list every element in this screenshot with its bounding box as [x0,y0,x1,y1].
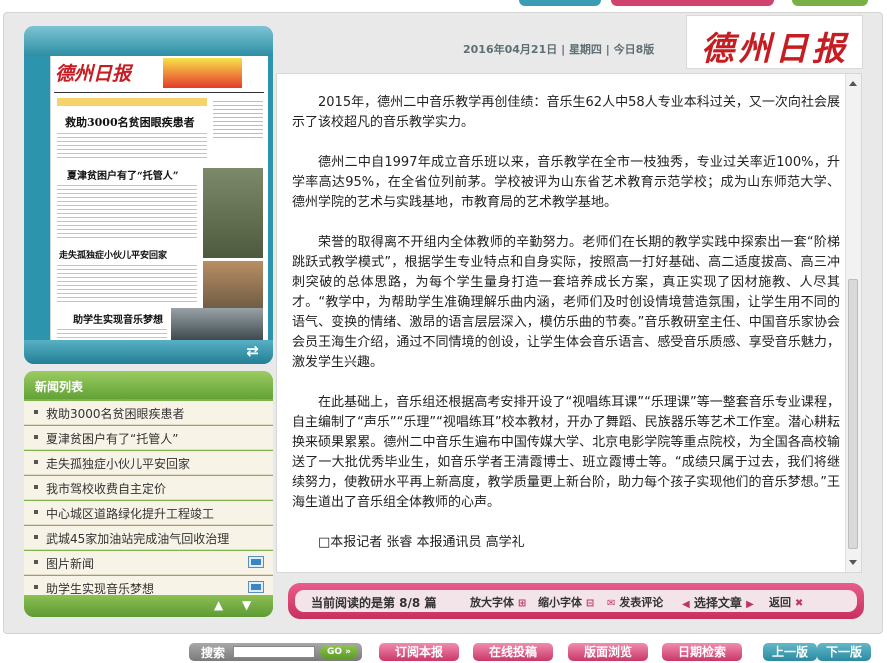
issue-date: 2016年04月21日 [463,43,558,56]
search-go-button[interactable]: GO » [320,645,358,659]
news-item[interactable]: 中心城区道路绿化提升工程竣工 [24,501,273,525]
article-scrollbar[interactable] [845,74,861,572]
issue-date-bar: 2016年04月21日 | 星期四 | 今日8版 [463,43,655,56]
thumb-ad-banner [163,58,242,88]
thumb-headline-4: 助学生实现音乐梦想 [73,315,163,326]
top-nav-button-1[interactable] [519,0,601,6]
article-paragraph: 德州二中自1997年成立音乐班以来，音乐教学在全市一枝独秀，专业过关率近100%… [292,155,840,210]
news-list: 救助3000名贫困眼疾患者 夏津贫困户有了“托管人” 走失孤独症小伙儿平安回家 … [24,401,273,601]
scroll-down-icon[interactable]: ▼ [242,598,251,612]
paper-thumbnail-panel: 德州日报 救助3000名贫困眼疾患者 夏津贫困户有了“托管人” 走失孤独症小伙儿… [24,26,273,364]
paper-panel-footer: ⇄ [24,340,273,364]
news-list-title: 新闻列表 [35,380,84,394]
chevron-left-icon: ◀ [682,599,690,610]
news-item-label: 夏津贫困户有了“托管人” [46,432,179,446]
scroll-up-arrow-icon[interactable] [849,81,857,86]
top-nav-button-2[interactable] [611,0,774,6]
date-search-button[interactable]: 日期检索 [662,643,742,661]
news-item-label: 救助3000名贫困眼疾患者 [46,407,185,421]
subscribe-button[interactable]: 订阅本报 [379,643,459,661]
article-action-bar: 当前阅读的是第 8/8 篇 放大字体 ⊞ 缩小字体 ⊟ ✉ 发表评论 ◀ 选择文… [288,583,864,619]
issue-weekday: 星期四 [568,43,602,56]
brand-logo: 德州日报 [686,15,863,69]
paper-panel-header [24,26,273,56]
article-byline: □本报记者 张睿 本报通讯员 高学礼 [318,535,525,550]
thumb-masthead: 德州日报 [55,63,132,85]
news-item[interactable]: 我市驾校收费自主定价 [24,476,273,500]
thumb-headline-3: 走失孤独症小伙儿平安回家 [59,251,168,261]
picture-icon [248,581,264,593]
news-item[interactable]: 走失孤独症小伙儿平安回家 [24,451,273,475]
page-browse-button[interactable]: 版面浏览 [568,643,648,661]
news-item-label: 中心城区道路绿化提升工程竣工 [46,507,215,521]
comment-button[interactable]: ✉ 发表评论 [607,594,663,610]
zoom-out-button[interactable]: 缩小字体 ⊟ [538,594,594,610]
thumb-headline-1: 救助3000名贫困眼疾患者 [65,116,195,129]
news-item[interactable]: 图片新闻 [24,551,273,575]
news-item[interactable]: 救助3000名贫困眼疾患者 [24,401,273,425]
paper-page-thumbnail[interactable]: 德州日报 救助3000名贫困眼疾患者 夏津贫困户有了“托管人” 走失孤独症小伙儿… [50,56,268,341]
article-paragraph: 荣誉的取得离不开组内全体教师的辛勤努力。老师们在长期的教学实践中探索出一套“阶梯… [292,235,840,370]
news-item[interactable]: 武城45家加油站完成油气回收治理 [24,526,273,550]
prev-page-button[interactable]: 上一版 [763,643,817,661]
minus-box-icon: ⊟ [585,598,595,609]
reading-status: 当前阅读的是第 8/8 篇 [311,596,437,610]
article-body: 2015年，德州二中音乐教学再创佳绩：音乐生62人中58人专业本科过关，又一次向… [292,93,840,573]
zoom-in-button[interactable]: 放大字体 ⊞ [470,594,526,610]
news-item-label: 武城45家加油站完成油气回收治理 [46,532,230,546]
news-item-label: 我市驾校收费自主定价 [46,482,167,496]
article-panel: 2015年，德州二中音乐教学再创佳绩：音乐生62人中58人专业本科过关，又一次向… [276,73,862,573]
news-list-footer: ▲ ▼ [24,595,273,617]
submit-article-button[interactable]: 在线投稿 [473,643,553,661]
search-label: 搜索 [201,646,226,660]
scrollbar-thumb[interactable] [848,279,858,549]
scroll-up-icon[interactable]: ▲ [214,598,223,612]
issue-page-count: 今日8版 [613,43,655,56]
article-paragraph: 在此基础上，音乐组还根据高考安排开设了“视唱练耳课”“乐理课”等一整套音乐专业课… [292,395,840,510]
news-item[interactable]: 夏津贫困户有了“托管人” [24,426,273,450]
thumb-headline-2: 夏津贫困户有了“托管人” [67,171,179,182]
double-chevron-right-icon: » [345,647,351,657]
thumb-photo-1 [203,168,263,258]
back-button[interactable]: 返回 ✖ [769,594,803,610]
news-item-label: 走失孤独症小伙儿平安回家 [46,457,191,471]
brand-logo-text: 德州日报 [701,29,849,68]
thumb-photo-2 [203,261,263,311]
search-input[interactable] [233,646,315,658]
chevron-right-icon: ▶ [746,599,754,610]
select-article-button[interactable]: ◀ 选择文章 ▶ [682,594,754,611]
thumb-photo-3 [171,308,263,340]
search-bar: 搜索 GO » [189,643,362,661]
article-paragraph: 2015年，德州二中音乐教学再创佳绩：音乐生62人中58人专业本科过关，又一次向… [292,95,840,130]
refresh-icon[interactable]: ⇄ [246,342,259,360]
top-nav-button-3[interactable] [792,0,868,6]
next-page-button[interactable]: 下一版 [817,643,871,661]
scroll-down-arrow-icon[interactable] [849,560,857,565]
close-icon: ✖ [794,598,804,609]
news-list-panel: 新闻列表 救助3000名贫困眼疾患者 夏津贫困户有了“托管人” 走失孤独症小伙儿… [24,371,273,617]
news-item-label: 图片新闻 [46,557,95,571]
picture-icon [248,556,264,568]
mail-icon: ✉ [607,598,616,609]
news-list-header: 新闻列表 [24,371,273,399]
plus-box-icon: ⊞ [517,598,527,609]
